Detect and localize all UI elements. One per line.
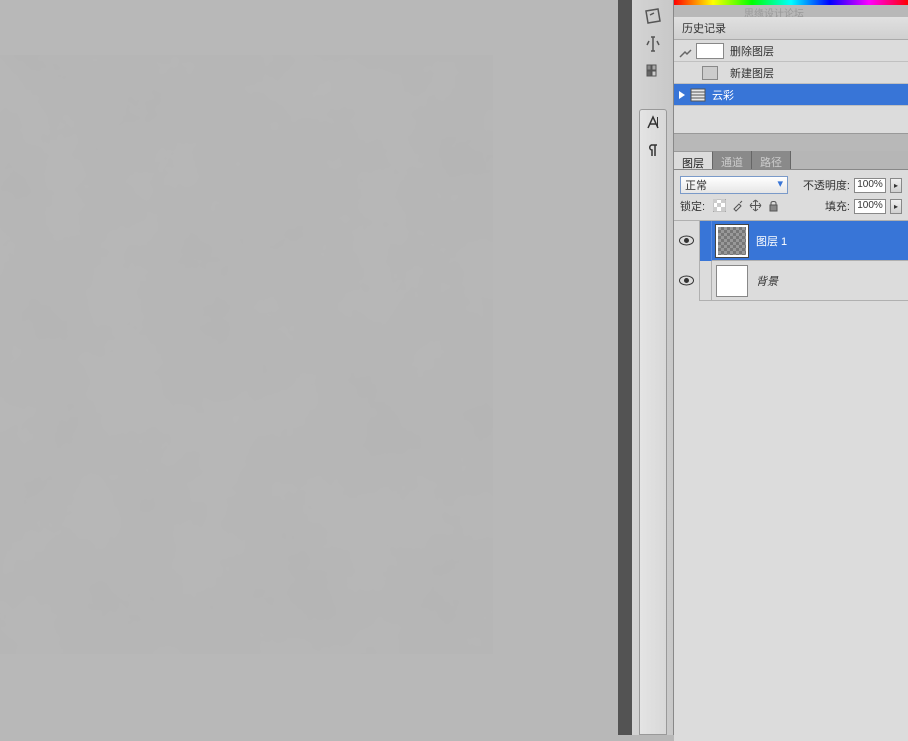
lock-label: 锁定: xyxy=(680,198,705,214)
layer-item-background[interactable]: 背景 xyxy=(674,261,908,301)
navigator-icon[interactable] xyxy=(642,5,664,27)
history-item-label: 新建图层 xyxy=(730,65,774,81)
layer-link-col xyxy=(700,261,712,301)
right-panels: 思缘设计论坛 WWW.MISSYUAN.COM 历史记录 删除图层 新建图层 xyxy=(618,0,908,735)
history-brush-icon xyxy=(678,43,694,59)
canvas-workspace xyxy=(0,0,618,735)
history-filter-icon xyxy=(688,86,708,104)
history-panel: 历史记录 删除图层 新建图层 xyxy=(674,17,908,134)
collapsed-tool-strip xyxy=(632,0,674,735)
layer-visibility-toggle[interactable] xyxy=(674,261,700,301)
history-item-delete-layer[interactable]: 删除图层 xyxy=(674,40,908,62)
lock-icons xyxy=(713,199,781,213)
fill-input[interactable]: 100% xyxy=(854,199,886,214)
panels-container: 思缘设计论坛 WWW.MISSYUAN.COM 历史记录 删除图层 新建图层 xyxy=(674,0,908,735)
history-panel-title: 历史记录 xyxy=(674,17,908,40)
lock-all-icon[interactable] xyxy=(767,199,781,213)
history-marker-icon xyxy=(678,90,688,100)
layer-list: 图层 1 背景 xyxy=(674,221,908,301)
opacity-label: 不透明度: xyxy=(803,177,850,193)
layer-name[interactable]: 背景 xyxy=(756,273,908,289)
history-item-clouds[interactable]: 云彩 xyxy=(674,84,908,106)
fill-arrow[interactable]: ▸ xyxy=(890,199,902,214)
swatches-icon[interactable] xyxy=(642,61,664,83)
layer-item-1[interactable]: 图层 1 xyxy=(674,221,908,261)
lock-position-icon[interactable] xyxy=(749,199,763,213)
panel-divider xyxy=(618,0,632,735)
history-thumb-icon xyxy=(694,42,726,60)
layers-panel: 图层 通道 路径 正常 ▾ 不透明度: 100% ▸ 锁定: xyxy=(674,151,908,735)
layer-controls: 正常 ▾ 不透明度: 100% ▸ 锁定: xyxy=(674,170,908,221)
history-item-label: 删除图层 xyxy=(730,43,774,59)
panel-tabs: 图层 通道 路径 xyxy=(674,151,908,170)
layer-link-col xyxy=(700,221,712,261)
history-item-label: 云彩 xyxy=(712,87,734,103)
blend-mode-select[interactable]: 正常 ▾ xyxy=(680,176,788,194)
history-item-new-layer[interactable]: 新建图层 xyxy=(674,62,908,84)
layer-visibility-toggle[interactable] xyxy=(674,221,700,261)
opacity-arrow[interactable]: ▸ xyxy=(890,178,902,193)
layers-empty-area xyxy=(674,301,908,741)
tab-paths[interactable]: 路径 xyxy=(752,151,791,169)
opacity-input[interactable]: 100% xyxy=(854,178,886,193)
history-layer-icon xyxy=(694,64,726,82)
paragraph-icon[interactable] xyxy=(642,140,664,162)
character-icon[interactable] xyxy=(642,112,664,134)
layer-thumbnail[interactable] xyxy=(716,225,748,257)
text-tool-strip xyxy=(639,109,667,735)
tab-layers[interactable]: 图层 xyxy=(674,151,713,169)
lock-transparency-icon[interactable] xyxy=(713,199,727,213)
lock-paint-icon[interactable] xyxy=(731,199,745,213)
layer-name[interactable]: 图层 1 xyxy=(756,233,908,249)
layer-thumbnail[interactable] xyxy=(716,265,748,297)
canvas-document[interactable] xyxy=(0,55,493,654)
info-icon[interactable] xyxy=(642,33,664,55)
fill-label: 填充: xyxy=(825,198,850,214)
tab-channels[interactable]: 通道 xyxy=(713,151,752,169)
